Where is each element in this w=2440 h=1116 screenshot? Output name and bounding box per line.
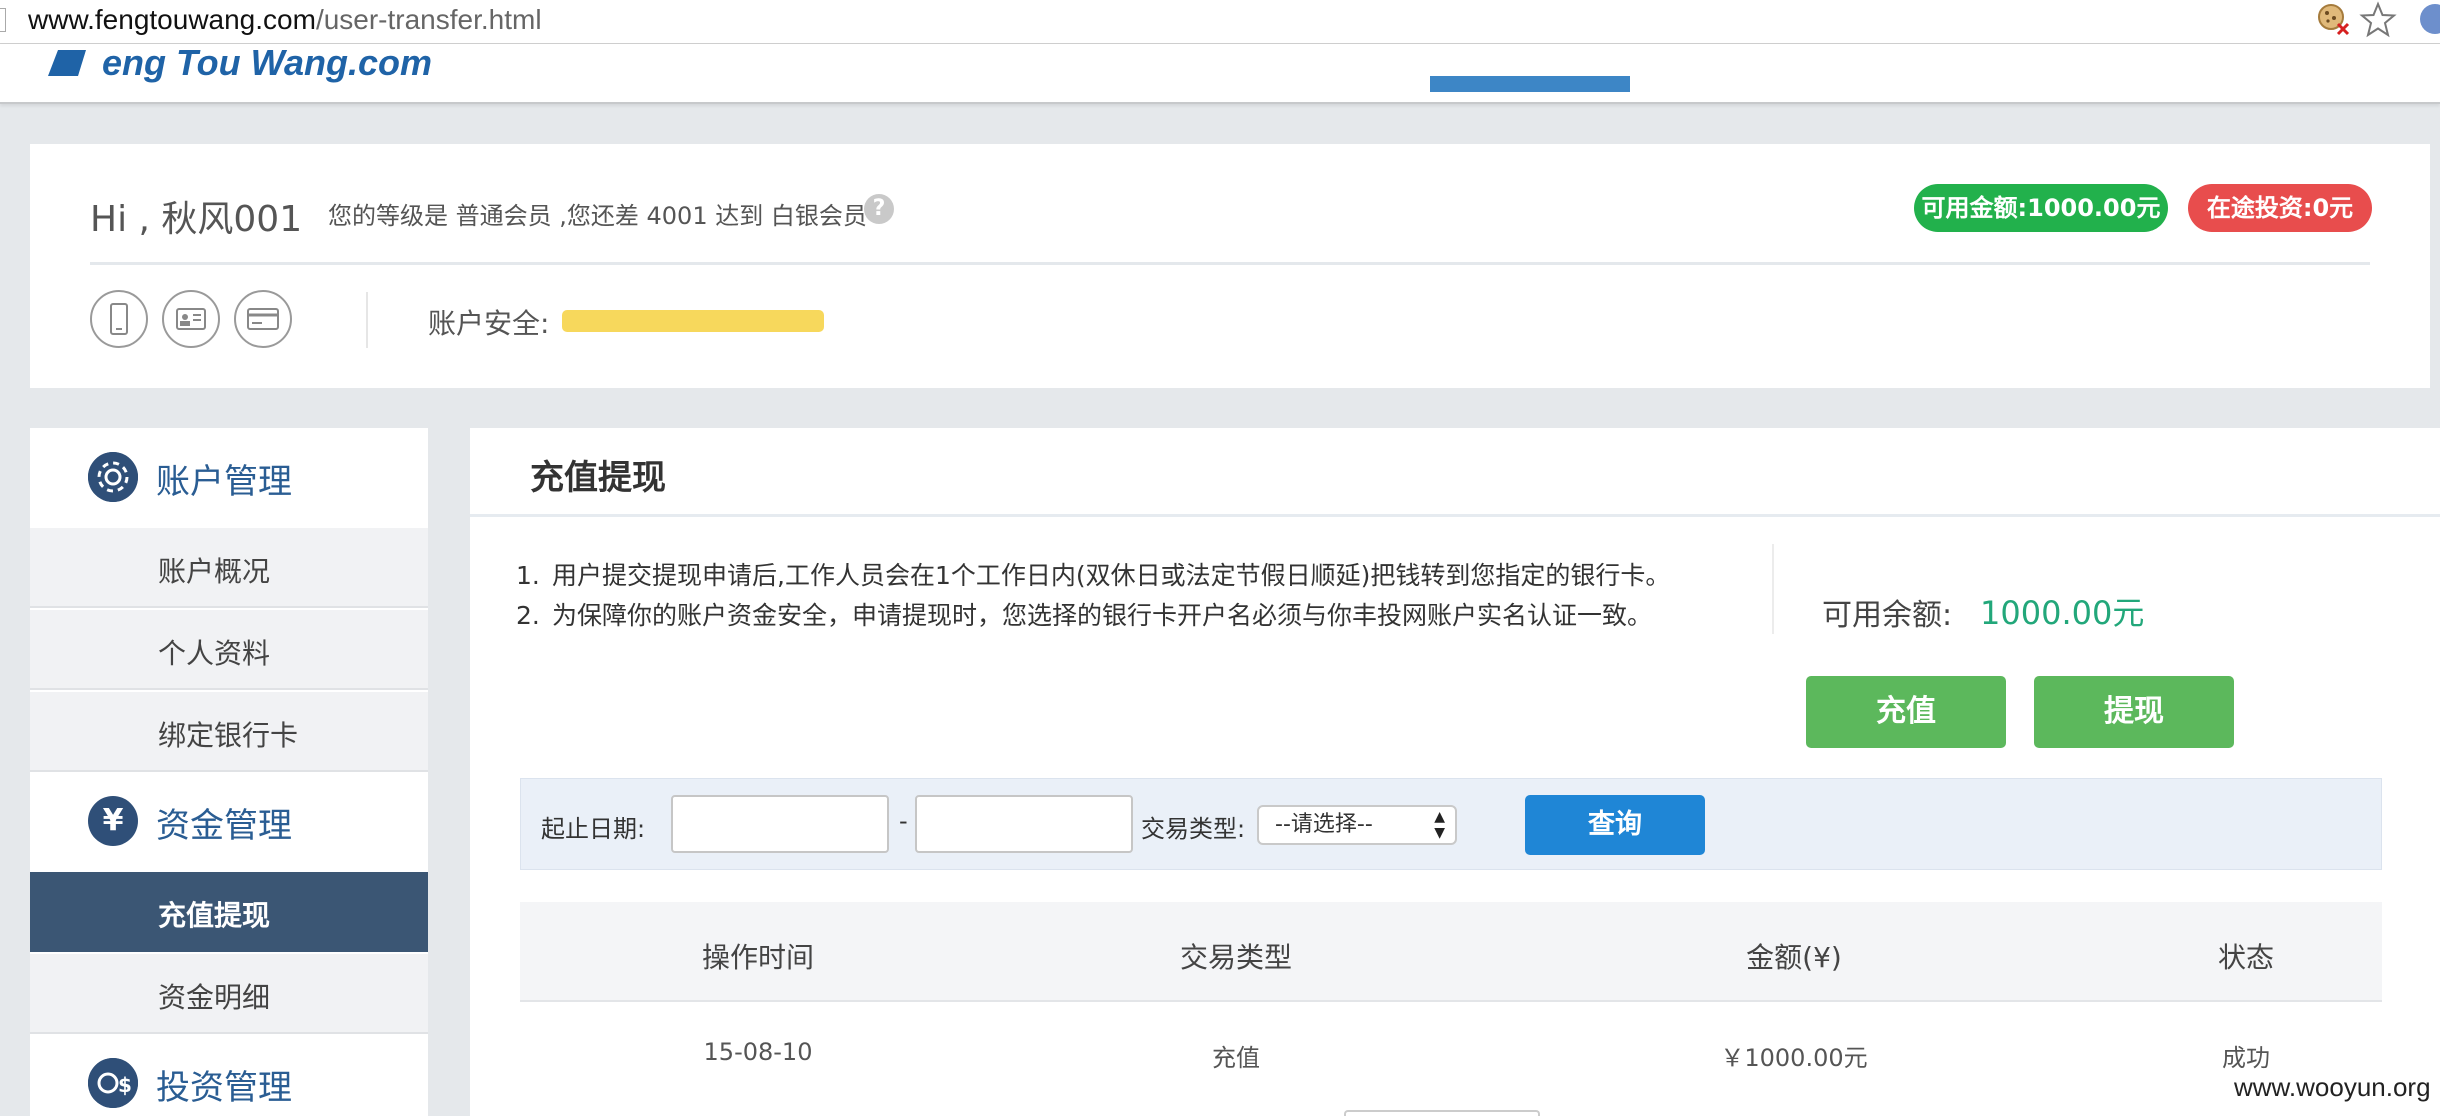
phone-verify-icon[interactable] — [90, 290, 148, 348]
sidebar-item-fund-details[interactable]: 资金明细 — [30, 954, 428, 1034]
cell-time: 15-08-10 — [703, 1038, 813, 1066]
notice-item: 1. 用户提交提现申请后,工作人员会在1个工作日内(双休日或法定节假日顺延)把钱转… — [516, 556, 1670, 596]
page-title: 充值提现 — [530, 458, 666, 498]
available-amount-badge: 可用金额:1000.00元 — [1914, 184, 2168, 232]
sidebar-item-label: 账户概况 — [158, 555, 271, 588]
user-greeting: Hi , 秋风001 — [90, 199, 303, 240]
recharge-button[interactable]: 充值 — [1806, 676, 2006, 748]
browser-address-bar[interactable]: www.fengtouwang.com/user-transfer.html — [0, 0, 2440, 44]
notice-item: 2. 为保障你的账户资金安全，申请提现时，您选择的银行卡开户名必须与你丰投网账户实… — [516, 596, 1670, 636]
filter-bar: 起止日期: - 交易类型: --请选择-- ▲ ▼ 查询 — [520, 778, 2382, 870]
vertical-separator — [366, 292, 368, 348]
url-host: www.fengtouwang.com — [28, 4, 316, 35]
query-button[interactable]: 查询 — [1525, 795, 1705, 855]
bank-card-verify-icon[interactable] — [234, 290, 292, 348]
column-header-type[interactable]: 交易类型 — [1180, 936, 1292, 976]
invest-icon: $ — [88, 1058, 138, 1108]
sidebar-group-label: 投资管理 — [156, 1068, 292, 1108]
sidebar-group-account[interactable]: 账户管理 — [30, 428, 428, 528]
notice-list: 1. 用户提交提现申请后,工作人员会在1个工作日内(双休日或法定节假日顺延)把钱转… — [516, 556, 1670, 636]
url-path: /user-transfer.html — [315, 4, 542, 35]
page-icon — [0, 8, 6, 32]
table-row: 15-08-10 充值 ￥1000.00元 成功 — [520, 1004, 2382, 1094]
member-level-text: 您的等级是 普通会员 ,您还差 4001 达到 白银会员 — [328, 202, 867, 230]
cookie-blocked-icon[interactable] — [2316, 2, 2350, 36]
sidebar-item-recharge-withdraw[interactable]: 充值提现 — [30, 872, 428, 952]
sidebar-item-label: 绑定银行卡 — [158, 719, 299, 752]
yen-icon: ¥ — [88, 796, 138, 846]
site-header: eng Tou Wang.com — [0, 42, 2440, 104]
account-security-label: 账户安全: — [428, 307, 550, 340]
select-arrows-icon: ▲ ▼ — [1434, 809, 1445, 841]
cell-amount: ￥1000.00元 — [1720, 1044, 1868, 1072]
column-header-time[interactable]: 操作时间 — [702, 936, 814, 976]
end-date-input[interactable] — [915, 795, 1133, 853]
transaction-type-select[interactable]: --请选择-- ▲ ▼ — [1257, 805, 1457, 845]
watermark: www.wooyun.org — [2234, 1072, 2431, 1103]
available-balance-value: 1000.00元 — [1980, 594, 2145, 632]
sidebar-group-label: 资金管理 — [156, 806, 292, 846]
withdraw-button[interactable]: 提现 — [2034, 676, 2234, 748]
sidebar-item-label: 资金明细 — [158, 981, 271, 1014]
sidebar: 账户管理 账户概况 个人资料 绑定银行卡 ¥ 资金管理 充值提现 资金明细 $ … — [30, 428, 428, 1116]
invest-glyph: $ — [118, 1073, 132, 1097]
panel-divider — [90, 262, 2370, 265]
investing-amount-badge: 在途投资:0元 — [2188, 184, 2372, 232]
user-summary-panel: Hi , 秋风001 您的等级是 普通会员 ,您还差 4001 达到 白银会员 … — [30, 144, 2430, 388]
cell-status: 成功 — [2222, 1044, 2270, 1072]
url-text[interactable]: www.fengtouwang.com/user-transfer.html — [28, 4, 542, 36]
notice-number: 1. — [516, 561, 540, 590]
sidebar-item-account-overview[interactable]: 账户概况 — [30, 528, 428, 608]
id-card-verify-icon[interactable] — [162, 290, 220, 348]
sidebar-item-label: 个人资料 — [158, 637, 271, 670]
info-separator — [1772, 544, 1774, 634]
column-header-status[interactable]: 状态 — [2218, 936, 2274, 976]
site-logo[interactable]: eng Tou Wang.com — [102, 42, 432, 84]
security-level-bar — [562, 310, 824, 332]
gear-icon — [88, 452, 138, 502]
extension-icon[interactable] — [2420, 4, 2440, 34]
notice-text: 用户提交提现申请后,工作人员会在1个工作日内(双休日或法定节假日顺延)把钱转到您… — [552, 561, 1671, 590]
help-icon[interactable]: ? — [864, 194, 894, 224]
select-value: --请选择-- — [1275, 812, 1373, 837]
sidebar-item-label: 充值提现 — [158, 899, 271, 932]
available-balance-label: 可用余额: — [1822, 598, 1953, 633]
date-separator: - — [899, 807, 908, 835]
notice-number: 2. — [516, 601, 540, 630]
sidebar-item-bind-bank-card[interactable]: 绑定银行卡 — [30, 692, 428, 772]
sidebar-group-label: 账户管理 — [156, 462, 292, 502]
sidebar-group-funds[interactable]: ¥ 资金管理 — [30, 772, 428, 872]
pagination-partial[interactable] — [1344, 1110, 1540, 1116]
cell-type: 充值 — [1212, 1044, 1260, 1072]
sidebar-item-profile[interactable]: 个人资料 — [30, 610, 428, 690]
notice-text: 为保障你的账户资金安全，申请提现时，您选择的银行卡开户名必须与你丰投网账户实名认… — [552, 601, 1653, 630]
bookmark-star-icon[interactable] — [2358, 0, 2398, 40]
table-header: 操作时间 交易类型 金额(¥) 状态 — [520, 902, 2382, 1002]
transaction-type-label: 交易类型: — [1141, 815, 1246, 843]
column-header-amount[interactable]: 金额(¥) — [1746, 936, 1842, 976]
start-date-input[interactable] — [671, 795, 889, 853]
main-content: 充值提现 1. 用户提交提现申请后,工作人员会在1个工作日内(双休日或法定节假日顺… — [470, 428, 2440, 1116]
nav-active-indicator — [1430, 76, 1630, 92]
title-divider — [470, 514, 2440, 517]
date-range-label: 起止日期: — [541, 815, 646, 843]
sidebar-group-investment[interactable]: $ 投资管理 — [30, 1034, 428, 1116]
logo-mark-icon — [48, 50, 86, 76]
